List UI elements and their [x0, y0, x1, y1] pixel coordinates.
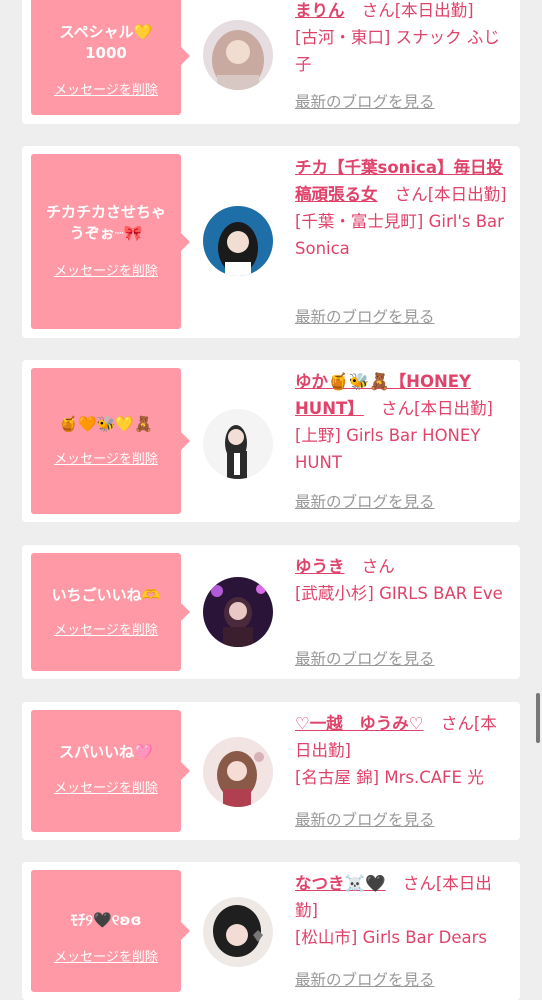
message-bubble: いちごいいね🫶 メッセージを削除 — [31, 553, 190, 671]
scrollbar[interactable] — [536, 693, 540, 743]
message-line: スパいいね🩷 — [59, 743, 153, 761]
message-bubble: スパいいね🩷 メッセージを削除 — [31, 710, 190, 832]
cast-name-link[interactable]: ゆうき — [295, 557, 345, 576]
latest-blog-link[interactable]: 最新のブログを見る — [295, 490, 435, 512]
card-yuka: 🍯🧡🐝💛🧸 メッセージを削除 ゆか🍯🐝🧸【HONEY HUNT】 さん[本日出勤… — [22, 360, 520, 522]
message-line: スペシャル💛 — [59, 23, 153, 41]
cast-name-link[interactable]: なつき☠️🖤 — [295, 874, 386, 893]
feed-list: スペシャル💛 1000 メッセージを削除 まりん さん[本日出勤] [古河・東口… — [0, 0, 542, 1000]
message-text: スパいいね🩷 — [37, 742, 175, 763]
message-text: スペシャル💛 1000 — [37, 22, 175, 64]
honorific: さん — [361, 557, 395, 576]
card-yuki: いちごいいね🫶 メッセージを削除 ゆうき さん [武蔵小杉] GIRLS BAR… — [22, 545, 520, 679]
avatar[interactable] — [203, 20, 273, 90]
card-chika: チカチカさせちゃ うぞぉ┈🎀 メッセージを削除 チカ【千葉sonica】毎日投稿… — [22, 146, 520, 338]
delete-message-link[interactable]: メッセージを削除 — [31, 448, 181, 467]
cast-info: なつき☠️🖤 さん[本日出勤] [松山市] Girls Bar Dears — [295, 870, 513, 951]
avatar[interactable] — [203, 577, 273, 647]
delete-message-link[interactable]: メッセージを削除 — [31, 79, 181, 98]
cast-info: まりん さん[本日出勤] [古河・東口] スナック ふじ子 — [295, 0, 513, 78]
avatar[interactable] — [203, 737, 273, 807]
cast-info: チカ【千葉sonica】毎日投稿頑張る女 さん[本日出勤] [千葉・富士見町] … — [295, 154, 513, 262]
cast-info: ♡一越 ゆうみ♡ さん[本日出勤] [名古屋 錦] Mrs.CAFE 光 — [295, 710, 513, 791]
message-line: チカチカさせちゃ — [45, 203, 166, 221]
card-marin: スペシャル💛 1000 メッセージを削除 まりん さん[本日出勤] [古河・東口… — [22, 0, 520, 124]
message-line: 1000 — [85, 44, 127, 62]
delete-message-link[interactable]: メッセージを削除 — [31, 777, 181, 796]
honorific: さん — [402, 874, 436, 893]
shop-text: [千葉・富士見町] Girl's Bar Sonica — [295, 212, 504, 258]
latest-blog-link[interactable]: 最新のブログを見る — [295, 968, 435, 990]
delete-message-link[interactable]: メッセージを削除 — [31, 619, 181, 638]
cast-name-link[interactable]: ♡一越 ゆうみ♡ — [295, 714, 424, 733]
message-text: ﾓﾁ୨🖤୧ʚɞ — [37, 910, 175, 931]
avatar[interactable] — [203, 409, 273, 479]
message-bubble: ﾓﾁ୨🖤୧ʚɞ メッセージを削除 — [31, 870, 190, 992]
shop-text: [名古屋 錦] Mrs.CAFE 光 — [295, 768, 484, 787]
honorific: さん — [381, 399, 415, 418]
message-bubble: 🍯🧡🐝💛🧸 メッセージを削除 — [31, 368, 190, 514]
message-text: いちごいいね🫶 — [37, 585, 175, 606]
shop-text: [松山市] Girls Bar Dears — [295, 928, 488, 947]
status-text: [本日出勤] — [414, 399, 493, 418]
card-natsuki: ﾓﾁ୨🖤୧ʚɞ メッセージを削除 なつき☠️🖤 さん[本日出勤] [松山市] G… — [22, 862, 520, 1000]
card-yumi: スパいいね🩷 メッセージを削除 ♡一越 ゆうみ♡ さん[本日出勤] [名古屋 錦… — [22, 702, 520, 840]
avatar[interactable] — [203, 897, 273, 967]
shop-text: [武蔵小杉] GIRLS BAR Eve — [295, 584, 503, 603]
latest-blog-link[interactable]: 最新のブログを見る — [295, 808, 435, 830]
cast-info: ゆうき さん [武蔵小杉] GIRLS BAR Eve — [295, 553, 513, 607]
delete-message-link[interactable]: メッセージを削除 — [31, 946, 181, 965]
message-text: 🍯🧡🐝💛🧸 — [37, 414, 175, 435]
message-line: ﾓﾁ୨🖤୧ʚɞ — [70, 911, 142, 929]
cast-name-link[interactable]: まりん — [295, 1, 345, 20]
cast-info: ゆか🍯🐝🧸【HONEY HUNT】 さん[本日出勤] [上野] Girls Ba… — [295, 368, 513, 476]
latest-blog-link[interactable]: 最新のブログを見る — [295, 647, 435, 669]
shop-text: [古河・東口] スナック ふじ子 — [295, 28, 500, 74]
shop-text: [上野] Girls Bar HONEY HUNT — [295, 426, 481, 472]
status-text: [本日出勤] — [427, 185, 507, 204]
latest-blog-link[interactable]: 最新のブログを見る — [295, 90, 435, 112]
message-text: チカチカさせちゃ うぞぉ┈🎀 — [37, 202, 175, 244]
message-line: 🍯🧡🐝💛🧸 — [59, 415, 153, 433]
message-line: うぞぉ┈🎀 — [69, 224, 143, 242]
honorific: さん — [361, 1, 395, 20]
message-line: いちごいいね🫶 — [51, 586, 161, 604]
status-text: [本日出勤] — [394, 1, 474, 20]
honorific: さん — [440, 714, 474, 733]
delete-message-link[interactable]: メッセージを削除 — [31, 260, 181, 279]
latest-blog-link[interactable]: 最新のブログを見る — [295, 305, 435, 327]
message-bubble: チカチカさせちゃ うぞぉ┈🎀 メッセージを削除 — [31, 154, 190, 329]
message-bubble: スペシャル💛 1000 メッセージを削除 — [31, 0, 190, 115]
honorific: さん — [394, 185, 428, 204]
avatar[interactable] — [203, 206, 273, 276]
